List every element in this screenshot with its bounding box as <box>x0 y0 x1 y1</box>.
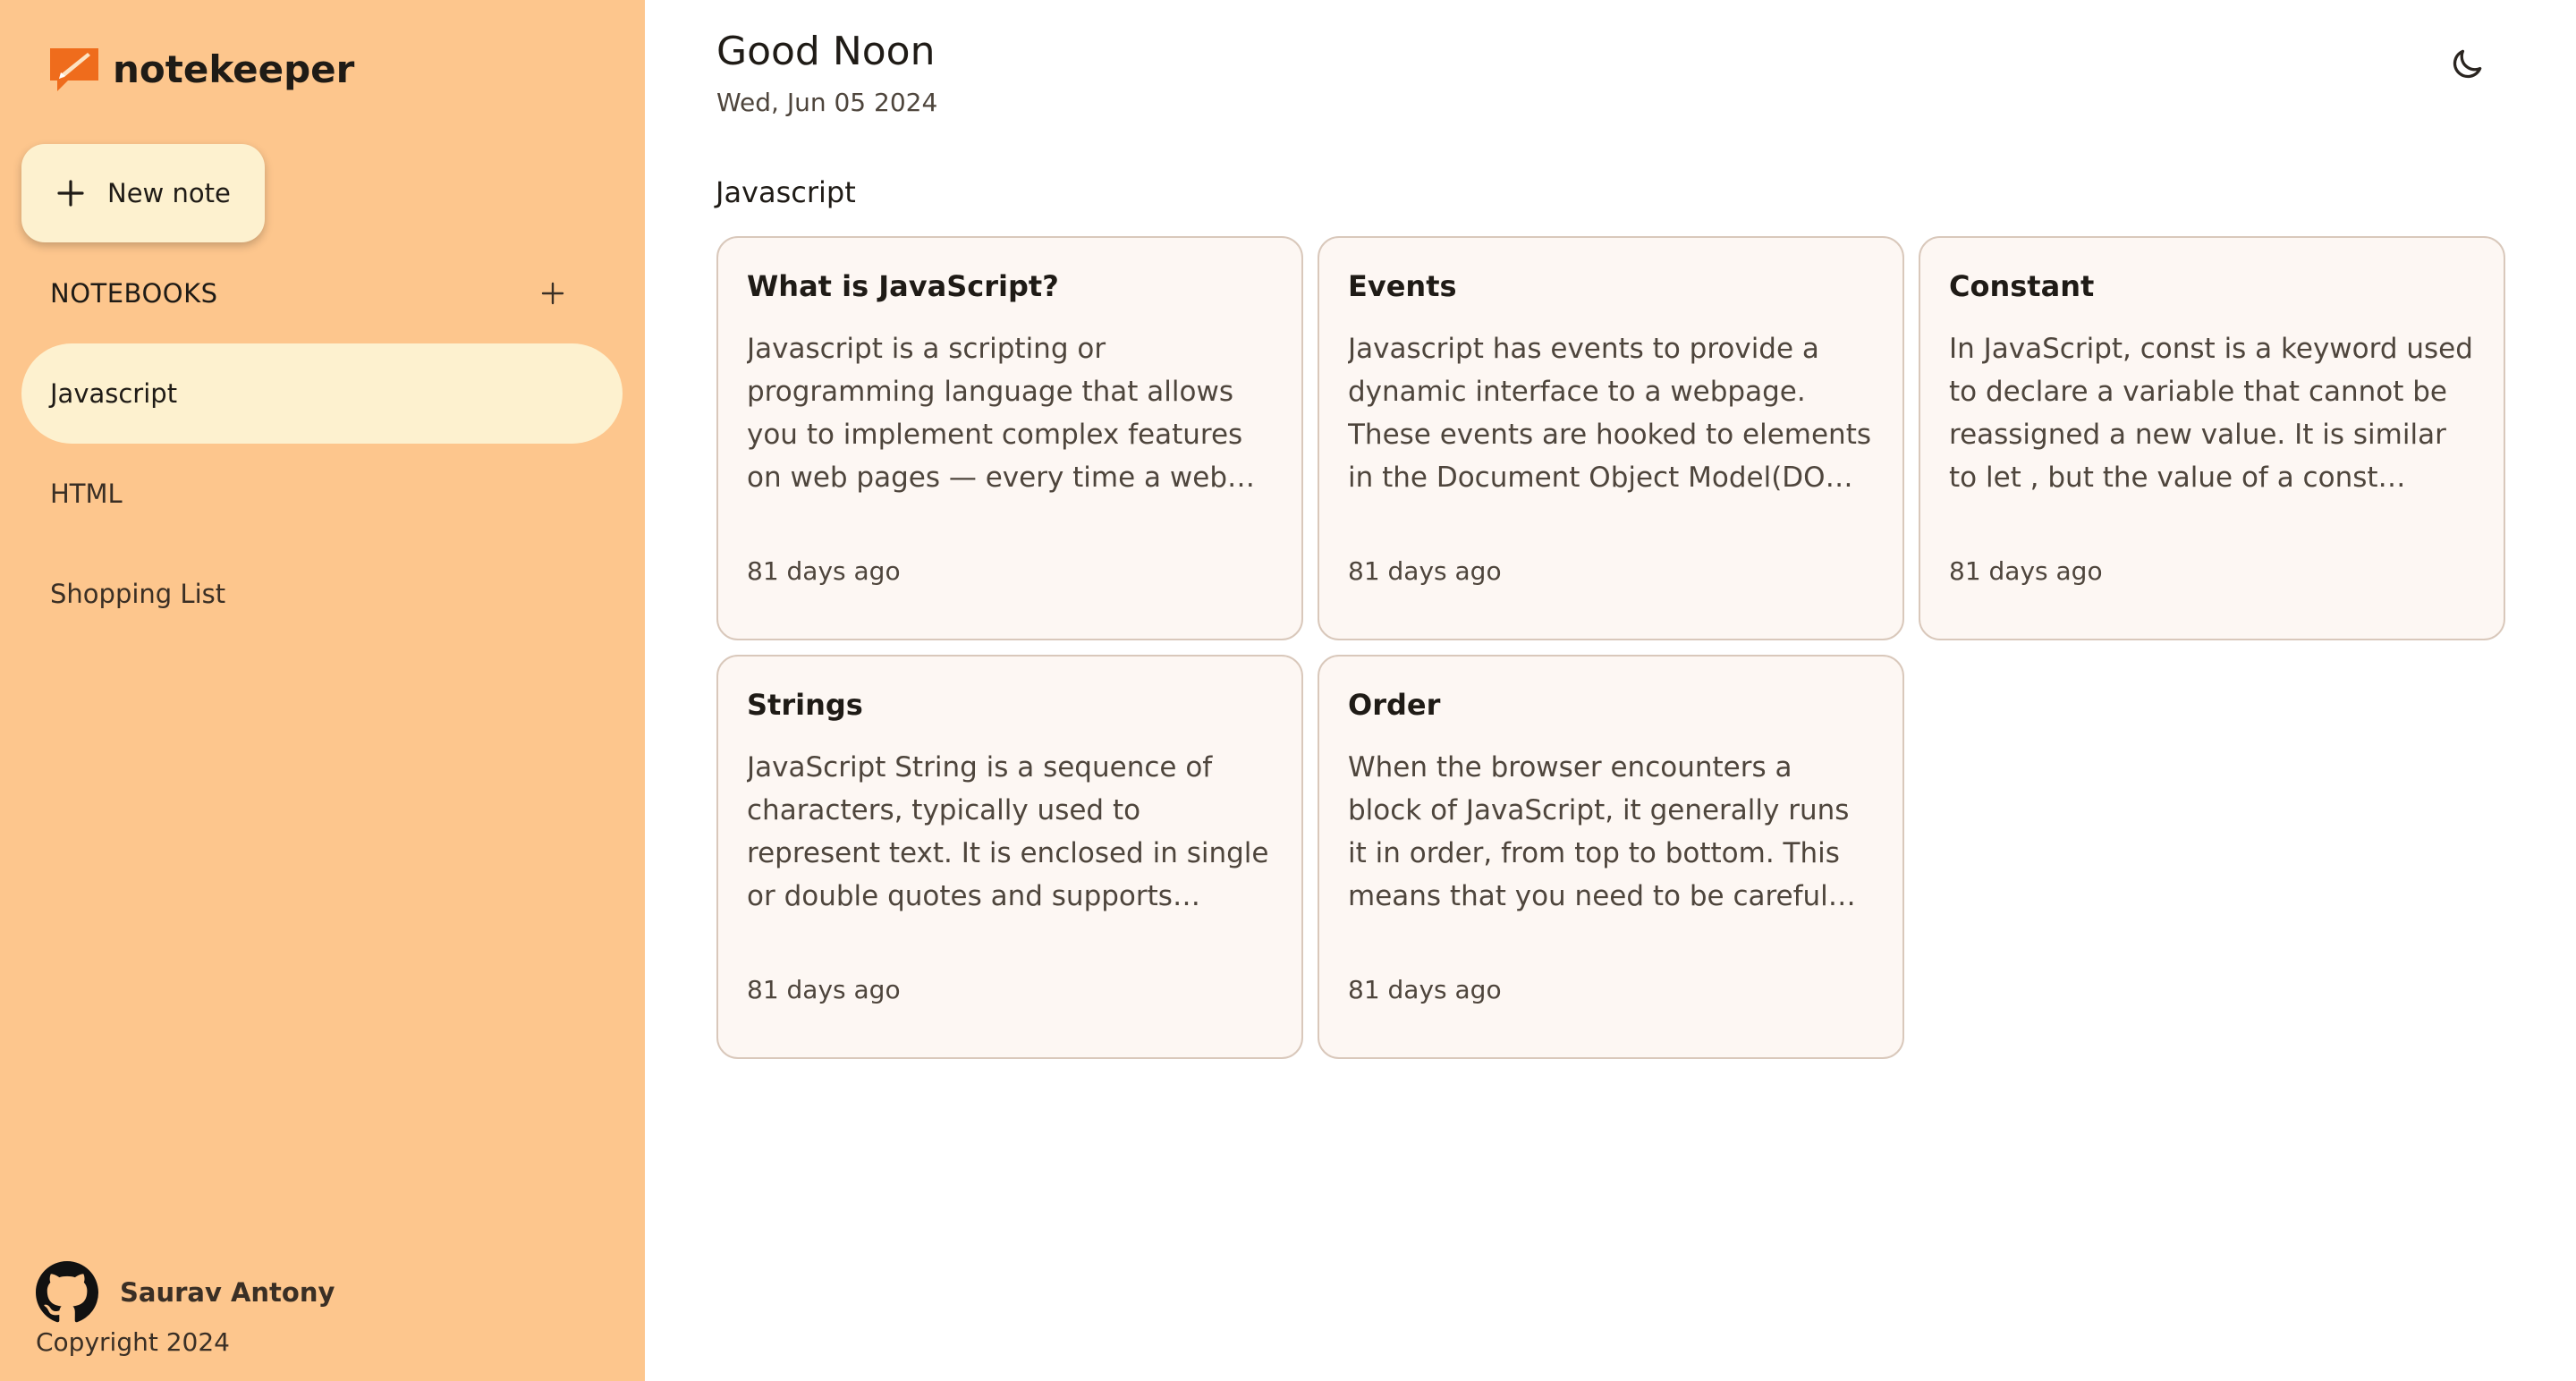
sidebar-item-label: Shopping List <box>50 579 226 609</box>
note-time: 81 days ago <box>747 975 901 1004</box>
sidebar-item-shopping-list[interactable]: Shopping List <box>21 544 623 644</box>
note-text: In JavaScript, const is a keyword used t… <box>1949 333 2473 494</box>
note-time: 81 days ago <box>1348 975 1502 1004</box>
note-card[interactable]: Strings JavaScript String is a sequence … <box>716 655 1303 1059</box>
sidebar-footer: Saurav Antony Copyright 2024 <box>36 1261 335 1357</box>
main-content: Good Noon Wed, Jun 05 2024 Javascript Wh… <box>645 0 2576 1381</box>
note-time: 81 days ago <box>1348 556 1502 586</box>
note-text: Javascript is a scripting or programming… <box>747 333 1243 494</box>
notebooks-title: NOTEBOOKS <box>50 278 218 309</box>
plus-icon <box>57 180 84 207</box>
new-note-label: New note <box>107 178 231 208</box>
note-time: 81 days ago <box>747 556 901 586</box>
sidebar-item-label: HTML <box>50 479 123 509</box>
copyright-text: Copyright 2024 <box>36 1327 230 1357</box>
notebook-list: Javascript HTML Shopping List <box>21 343 623 644</box>
add-notebook-button[interactable] <box>535 275 571 311</box>
notekeeper-logo-icon <box>50 48 98 91</box>
note-text: When the browser encounters a block of J… <box>1348 751 1850 912</box>
greeting: Good Noon <box>716 29 936 74</box>
note-time: 81 days ago <box>1949 556 2103 586</box>
current-date: Wed, Jun 05 2024 <box>716 88 938 117</box>
note-card[interactable]: Events Javascript has events to provide … <box>1318 236 1904 640</box>
app-logo[interactable]: notekeeper <box>48 45 354 93</box>
github-icon[interactable] <box>36 1261 98 1324</box>
notebook-title: Javascript <box>716 175 856 209</box>
author-name[interactable]: Saurav Antony <box>120 1277 335 1308</box>
notes-grid: What is JavaScript? Javascript is a scri… <box>716 236 2507 1059</box>
note-text: JavaScript String is a sequence of chara… <box>747 751 1269 912</box>
note-text: Javascript has events to provide a dynam… <box>1348 333 1872 494</box>
note-card[interactable]: What is JavaScript? Javascript is a scri… <box>716 236 1303 640</box>
sidebar-item-javascript[interactable]: Javascript <box>21 343 623 444</box>
app-name: notekeeper <box>113 47 355 91</box>
note-card[interactable]: Order When the browser encounters a bloc… <box>1318 655 1904 1059</box>
note-card[interactable]: Constant In JavaScript, const is a keywo… <box>1919 236 2505 640</box>
note-title: Constant <box>1949 269 2095 303</box>
note-title: Strings <box>747 688 863 722</box>
theme-toggle-button[interactable] <box>2445 43 2488 86</box>
note-title: Order <box>1348 688 1441 722</box>
sidebar-item-label: Javascript <box>50 378 178 409</box>
sidebar-item-html[interactable]: HTML <box>21 444 623 544</box>
sidebar: notekeeper New note NOTEBOOKS Javascript… <box>0 0 645 1381</box>
new-note-button[interactable]: New note <box>21 144 265 242</box>
plus-icon <box>541 282 564 305</box>
notebooks-header: NOTEBOOKS <box>50 275 571 311</box>
note-title: What is JavaScript? <box>747 269 1059 303</box>
moon-icon <box>2453 49 2482 79</box>
note-title: Events <box>1348 269 1457 303</box>
